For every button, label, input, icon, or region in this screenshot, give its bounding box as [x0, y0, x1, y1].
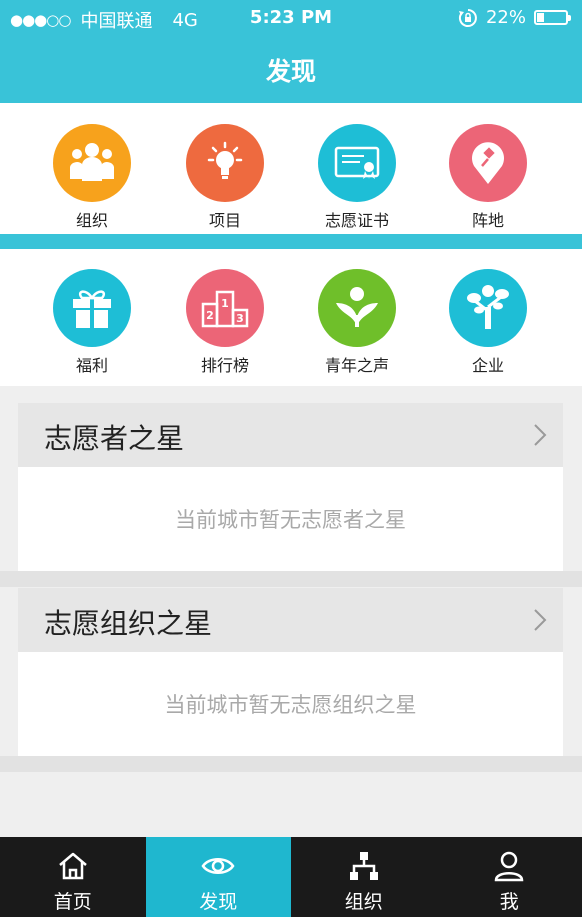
grid-item-label: 组织	[75, 211, 108, 230]
home-icon	[58, 852, 87, 880]
people-group-icon	[70, 143, 114, 181]
sprout-icon	[336, 287, 378, 327]
empty-state-text: 当前城市暂无志愿者之星	[175, 508, 406, 532]
section-separator	[0, 756, 582, 772]
top-bar: ●●●○○ 中国联通 4G 5:23 PM 22% 发现	[0, 0, 582, 103]
tree-icon	[467, 285, 509, 329]
grid-item-icon-bg	[318, 269, 396, 347]
battery-icon	[534, 10, 571, 25]
grid-item-certificate[interactable]: 志愿证书	[302, 124, 412, 231]
tab-label: 组织	[344, 891, 383, 913]
org-chart-icon	[349, 852, 378, 880]
grid-item-icon-bg	[449, 124, 527, 202]
grid-item-icon-bg	[53, 269, 131, 347]
grid-item-label: 志愿证书	[324, 211, 389, 230]
grid-item-welfare[interactable]: 福利	[37, 269, 147, 376]
grid-item-project[interactable]: 项目	[170, 124, 280, 231]
rotation-lock-icon	[458, 8, 477, 27]
tab-discover[interactable]: 发现	[145, 837, 291, 917]
bottom-tab-bar: 首页 发现 组织 我	[0, 837, 582, 917]
volunteer-star-section: 志愿者之星 当前城市暂无志愿者之星	[18, 403, 563, 571]
grid-item-label: 福利	[75, 356, 108, 375]
svg-text:3: 3	[236, 312, 244, 325]
tab-label: 我	[499, 891, 519, 913]
organization-star-section: 志愿组织之星 当前城市暂无志愿组织之星	[18, 588, 563, 756]
chevron-right-icon	[534, 424, 547, 446]
battery-percent: 22%	[485, 7, 526, 28]
tab-me[interactable]: 我	[437, 837, 582, 917]
grid-item-icon-bg	[53, 124, 131, 202]
grid-item-label: 排行榜	[200, 356, 249, 375]
lightbulb-icon	[207, 141, 243, 179]
section-divider	[0, 234, 582, 249]
section-title: 志愿组织之星	[44, 607, 213, 640]
pin-location-icon	[472, 142, 504, 184]
gift-icon	[73, 290, 111, 328]
feature-grid-primary: 组织 项目 志愿证书 阵地	[0, 103, 582, 234]
grid-item-label: 青年之声	[324, 356, 389, 375]
section-separator	[0, 571, 582, 587]
grid-item-icon-bg: 1 2 3	[186, 269, 264, 347]
tab-label: 首页	[53, 891, 92, 913]
svg-text:1: 1	[221, 297, 229, 310]
feature-grid-secondary: 福利 1 2 3 排行榜 青年之声 企业	[0, 249, 582, 386]
grid-item-icon-bg	[186, 124, 264, 202]
page-title: 发现	[265, 57, 316, 86]
tab-organization[interactable]: 组织	[291, 837, 437, 917]
svg-text:2: 2	[206, 309, 214, 322]
section-title: 志愿者之星	[44, 422, 185, 455]
grid-item-label: 项目	[208, 211, 241, 230]
volunteer-star-header[interactable]: 志愿者之星	[18, 403, 563, 467]
organization-star-header[interactable]: 志愿组织之星	[18, 588, 563, 652]
eye-icon	[201, 858, 235, 874]
podium-ranking-icon: 1 2 3	[201, 290, 249, 328]
grid-item-icon-bg	[449, 269, 527, 347]
status-bar: ●●●○○ 中国联通 4G 5:23 PM 22%	[0, 0, 582, 38]
grid-item-position[interactable]: 阵地	[433, 124, 543, 231]
grid-item-label: 阵地	[471, 211, 504, 230]
grid-item-youth-voice[interactable]: 青年之声	[302, 269, 412, 376]
grid-item-icon-bg	[318, 124, 396, 202]
empty-state-text: 当前城市暂无志愿组织之星	[164, 693, 417, 717]
chevron-right-icon	[534, 609, 547, 631]
grid-item-organization[interactable]: 组织	[37, 124, 147, 231]
user-icon	[494, 851, 524, 882]
certificate-icon	[334, 146, 380, 179]
grid-item-ranking[interactable]: 1 2 3 排行榜	[170, 269, 280, 376]
tab-home[interactable]: 首页	[0, 837, 146, 917]
grid-item-enterprise[interactable]: 企业	[433, 269, 543, 376]
tab-label: 发现	[199, 891, 238, 913]
grid-item-label: 企业	[471, 356, 504, 375]
